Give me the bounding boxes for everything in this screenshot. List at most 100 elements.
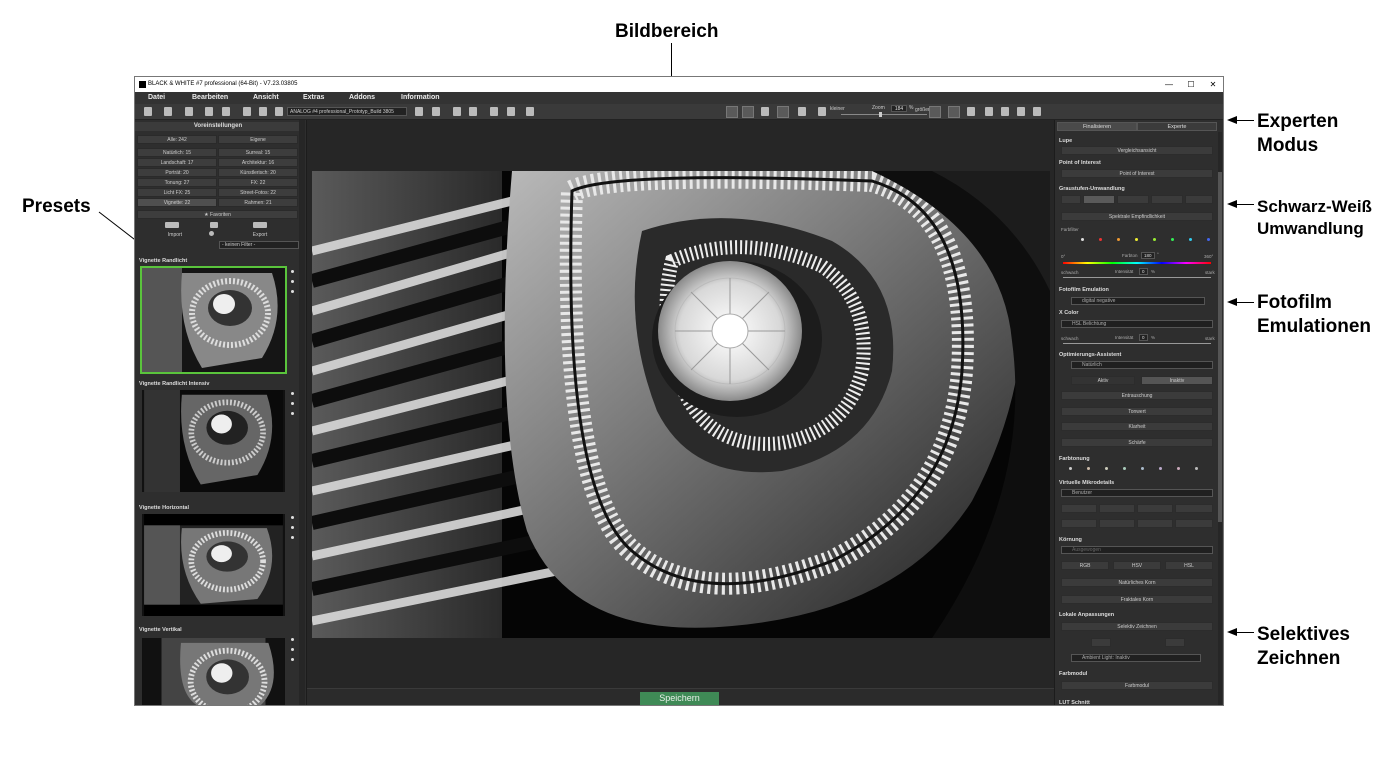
micro-building-icon[interactable] — [1137, 504, 1173, 513]
import-label[interactable]: Import — [160, 232, 190, 238]
grayscale-method-3-icon[interactable] — [1151, 195, 1183, 204]
zoom-value[interactable]: 184 — [891, 105, 907, 112]
toning-dot-4[interactable] — [1123, 467, 1126, 470]
favorite-icon-4[interactable] — [291, 638, 294, 641]
filter-dot-orange[interactable] — [1117, 238, 1120, 241]
settings-scrollbar-thumb[interactable] — [1218, 172, 1222, 522]
grain-hsv-button[interactable]: HSV — [1113, 561, 1161, 570]
mask-remove-icon[interactable] — [1165, 638, 1185, 647]
preset-thumbnail-3[interactable] — [142, 514, 285, 616]
info-icon-3[interactable] — [291, 526, 294, 529]
presets-scrollbar[interactable] — [299, 120, 305, 705]
filter-dot-white[interactable] — [1081, 238, 1084, 241]
selective-draw-button[interactable]: Selektiv Zeichnen — [1061, 622, 1213, 631]
preset-cat-lichtfx[interactable]: Licht FX: 25 — [137, 188, 217, 197]
comment-icon[interactable] — [1017, 107, 1025, 116]
preset-cat-vignette[interactable]: Vignette: 22 — [137, 198, 217, 207]
tab-finalisieren[interactable]: Finalisieren — [1057, 122, 1137, 131]
new-file-icon[interactable] — [144, 107, 152, 116]
preset-cat-portrait[interactable]: Porträt: 20 — [137, 168, 217, 177]
clarity-button[interactable]: Klarheit — [1061, 422, 1213, 431]
intensity-slider-1[interactable] — [1063, 277, 1211, 278]
settings-icon-4[interactable] — [291, 658, 294, 661]
preset-thumbnail-4[interactable] — [142, 638, 285, 705]
settings-scrollbar[interactable] — [1218, 132, 1222, 705]
favorites-button[interactable]: ★ Favoriten — [137, 210, 298, 219]
optimizer-active-button[interactable]: Aktiv — [1071, 376, 1135, 385]
layout-icon-1[interactable] — [453, 107, 461, 116]
preset-thumbnail-1[interactable] — [140, 266, 287, 374]
preset-cat-tonung[interactable]: Tonung: 27 — [137, 178, 217, 187]
preset-cat-street[interactable]: Street-Fotos: 22 — [218, 188, 298, 197]
view-split-icon[interactable] — [985, 107, 993, 116]
link-icon[interactable] — [222, 107, 230, 116]
print-icon[interactable] — [259, 107, 267, 116]
menu-ansicht[interactable]: Ansicht — [253, 94, 279, 101]
hue-value[interactable]: 180 — [1141, 252, 1155, 259]
preset-dropdown[interactable]: ANALOG #4 professional_Prototyp_Build 38… — [287, 107, 407, 116]
mask-add-icon[interactable] — [1091, 638, 1111, 647]
toning-dot-5[interactable] — [1141, 467, 1144, 470]
optimizer-dropdown[interactable]: Natürlich — [1071, 361, 1213, 369]
filter-dot-red[interactable] — [1099, 238, 1102, 241]
tone-button[interactable]: Tonwert — [1061, 407, 1213, 416]
settings-icon-1[interactable] — [291, 290, 294, 293]
main-photo[interactable] — [312, 171, 1050, 638]
preset-all[interactable]: Alle: 242 — [137, 135, 217, 144]
micro-landscape-icon[interactable] — [1061, 504, 1097, 513]
raw-icon[interactable] — [205, 107, 213, 116]
colormodule-button[interactable]: Farbmodul — [1061, 681, 1213, 690]
view-side-icon[interactable] — [1001, 107, 1009, 116]
lupe-header[interactable]: Lupe — [1059, 138, 1072, 144]
toning-dot-2[interactable] — [1087, 467, 1090, 470]
favorite-icon-3[interactable] — [291, 516, 294, 519]
info-icon-4[interactable] — [291, 648, 294, 651]
poi-button[interactable]: Point of Interest — [1061, 169, 1213, 178]
preset-own[interactable]: Eigene — [218, 135, 298, 144]
preset-cat-fx[interactable]: FX: 22 — [218, 178, 298, 187]
menu-bearbeiten[interactable]: Bearbeiten — [192, 94, 228, 101]
preset-cat-natuerlich[interactable]: Natürlich: 15 — [137, 148, 217, 157]
sharpness-button[interactable]: Schärfe — [1061, 438, 1213, 447]
info-icon-2[interactable] — [291, 402, 294, 405]
grayscale-method-1-icon[interactable] — [1083, 195, 1115, 204]
tab-experte[interactable]: Experte — [1137, 122, 1217, 131]
share-icon[interactable] — [275, 107, 283, 116]
filter-dot-green[interactable] — [1171, 238, 1174, 241]
micro-plant-icon[interactable] — [1099, 504, 1135, 513]
manage-icon[interactable] — [253, 222, 267, 228]
preset-cat-landschaft[interactable]: Landschaft: 17 — [137, 158, 217, 167]
settings-icon-2[interactable] — [291, 412, 294, 415]
fractal-grain-button[interactable]: Fraktales Korn — [1061, 595, 1213, 604]
grain-rgb-button[interactable]: RGB — [1061, 561, 1109, 570]
save-icon[interactable] — [243, 107, 251, 116]
micro-grid-icon[interactable] — [1175, 519, 1213, 528]
toning-dot-7[interactable] — [1177, 467, 1180, 470]
micro-portrait-icon[interactable] — [1137, 519, 1173, 528]
rotate-right-icon[interactable] — [761, 107, 769, 116]
grayscale-method-4-icon[interactable] — [1185, 195, 1213, 204]
flip-icon[interactable] — [777, 106, 789, 118]
micro-person-settings-icon[interactable] — [1099, 519, 1135, 528]
spectral-sensitivity-button[interactable]: Spektrale Empfindlichkeit — [1061, 212, 1213, 221]
histogram-icon[interactable] — [526, 107, 534, 116]
ambient-light-dropdown[interactable]: Ambient Light: Inaktiv — [1071, 654, 1201, 662]
intensity-value-1[interactable]: 0 — [1139, 268, 1148, 275]
film-dropdown[interactable]: digital negative — [1071, 297, 1205, 305]
compare-view-icon[interactable] — [948, 106, 960, 118]
preset-cat-rahmen[interactable]: Rahmen: 21 — [218, 198, 298, 207]
intensity-value-2[interactable]: 0 — [1139, 334, 1148, 341]
zoom-slider-handle[interactable] — [879, 112, 882, 117]
micro-dropdown[interactable]: Benutzer — [1061, 489, 1213, 497]
filter-dot-lime[interactable] — [1153, 238, 1156, 241]
layout-icon-4[interactable] — [507, 107, 515, 116]
grain-hsl-button[interactable]: HSL — [1165, 561, 1213, 570]
mirror-icon[interactable] — [798, 107, 806, 116]
menu-information[interactable]: Information — [401, 94, 440, 101]
preset-cat-kuenstlerisch[interactable]: Künstlerisch: 20 — [218, 168, 298, 177]
menu-addons[interactable]: Addons — [349, 94, 375, 101]
chat-icon[interactable] — [1033, 107, 1041, 116]
filter-dot-yellow[interactable] — [1135, 238, 1138, 241]
hand-tool-icon[interactable] — [726, 106, 738, 118]
compare-view-button[interactable]: Vergleichsansicht — [1061, 146, 1213, 155]
